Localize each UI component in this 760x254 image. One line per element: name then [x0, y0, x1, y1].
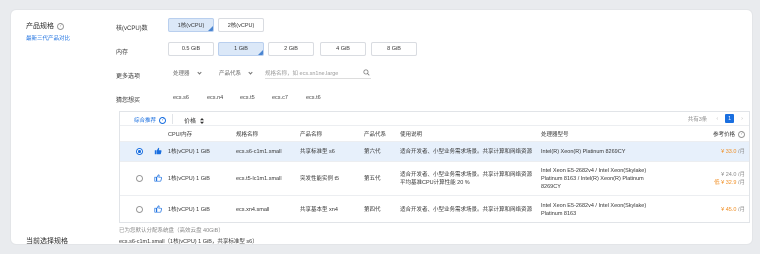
guess-tag-t5[interactable]: ecs.t5: [240, 95, 255, 101]
cell-price: ¥ 45.0 /月: [721, 207, 745, 213]
cell-usage-baseline: 平均基准CPU计算性能 20 %: [400, 180, 470, 186]
cell-spec: ecs.s6-c1m1.small: [236, 149, 282, 155]
compare-link[interactable]: 最新三代产品对比: [26, 34, 70, 42]
cell-product: 突发性能实例 t5: [300, 176, 340, 182]
spec-card: 产品规格? 最新三代产品对比 核(vCPU)数 1核(vCPU) 2核(vCPU…: [10, 9, 753, 245]
memory-option-1[interactable]: 1 GiB: [218, 42, 264, 56]
table-toolbar: 综合推荐? 价格 共有3条 ‹ 1 ›: [120, 112, 749, 126]
cell-cpu: 1核(vCPU) 1 GiB: [168, 149, 210, 155]
cell-usage: 适合开发者、小型业务需求场景。共享计算和网络资源: [400, 172, 533, 178]
cell-family: 第六代: [364, 149, 381, 155]
help-icon[interactable]: ?: [57, 22, 64, 30]
vcpu-label: 核(vCPU)数: [116, 26, 148, 32]
pager-count: 共有3条: [687, 116, 708, 123]
cell-spec: ecs.t5-lc1m1.small: [236, 176, 282, 182]
col-processor: 处理器型号: [541, 132, 569, 138]
thumbs-up-icon: [154, 205, 162, 213]
section-title: 产品规格?: [26, 21, 64, 31]
cell-price: ¥ 24.0 /月: [721, 172, 745, 178]
disk-note: 已为您默认分配系统盘（高效云盘 40GiB）: [119, 228, 224, 234]
vcpu-option-1[interactable]: 1核(vCPU): [168, 18, 214, 32]
chevron-down-icon: [248, 69, 253, 75]
cell-family: 第五代: [364, 176, 381, 182]
row-radio[interactable]: [136, 206, 143, 213]
cell-product: 共享标准型 s6: [300, 149, 335, 155]
vcpu-option-2[interactable]: 2核(vCPU): [218, 18, 264, 32]
guess-tag-t6[interactable]: ecs.t6: [306, 95, 321, 101]
guess-tag-c7[interactable]: ecs.c7: [272, 95, 288, 101]
help-icon[interactable]: ?: [738, 130, 745, 138]
table-row[interactable]: 1核(vCPU) 1 GiB ecs.s6-c1m1.small 共享标准型 s…: [120, 141, 749, 161]
cell-processor-line2: Platinum 8163: [541, 211, 577, 217]
memory-label: 内存: [116, 50, 129, 56]
sort-icon: [200, 118, 205, 125]
memory-option-4[interactable]: 4 GiB: [320, 42, 366, 56]
table-row[interactable]: 1核(vCPU) 1 GiB ecs.xn4.small 共享基本型 xn4 第…: [120, 195, 749, 223]
cell-cpu: 1核(vCPU) 1 GiB: [168, 176, 210, 182]
family-dropdown[interactable]: 产品代系: [219, 67, 253, 79]
prev-page-icon[interactable]: ‹: [716, 116, 718, 122]
cell-spec: ecs.xn4.small: [236, 207, 270, 213]
cell-price-alt: 低 ¥ 32.9 /月: [714, 180, 745, 186]
cell-processor-line3: 8269CY: [541, 184, 561, 190]
cell-product: 共享基本型 xn4: [300, 207, 338, 213]
page-button[interactable]: 1: [725, 114, 735, 123]
current-spec-value: ecs.s6-c1m1.small（1核(vCPU) 1 GiB，共享标准型 s…: [119, 239, 258, 245]
cell-processor: Intel Xeon E5-2682v4 / Intel Xeon(Skylak…: [541, 168, 647, 174]
current-spec-label: 当前选择规格: [26, 238, 68, 245]
col-cpu: CPU/内存: [168, 132, 193, 138]
guess-label: 猜您想买: [116, 98, 141, 104]
chevron-down-icon: [196, 69, 202, 75]
more-options-label: 更多选项: [116, 74, 141, 80]
guess-tag-s6[interactable]: ecs.s6: [173, 95, 189, 101]
cell-usage: 适合开发者、小型业务需求场景。共享计算和网络资源: [400, 149, 533, 155]
pagination: 共有3条 ‹ 1 ›: [688, 114, 743, 123]
col-family: 产品代系: [364, 132, 387, 138]
spec-search-input[interactable]: 规格名称，如 ecs.sn1ne.large: [265, 67, 371, 79]
sort-recommend[interactable]: 综合推荐?: [134, 116, 167, 125]
cell-processor: Intel(R) Xeon(R) Platinum 8269CY: [541, 149, 626, 155]
thumbs-up-icon: [154, 174, 162, 182]
cell-cpu: 1核(vCPU) 1 GiB: [168, 207, 210, 213]
search-icon[interactable]: [363, 69, 370, 76]
cell-family: 第四代: [364, 207, 381, 213]
memory-option-8[interactable]: 8 GiB: [371, 42, 417, 56]
table-row[interactable]: 1核(vCPU) 1 GiB ecs.t5-lc1m1.small 突发性能实例…: [120, 161, 749, 195]
guess-tag-n4[interactable]: ecs.n4: [207, 95, 223, 101]
row-radio[interactable]: [136, 148, 143, 155]
divider: [172, 114, 173, 124]
col-product: 产品名称: [300, 132, 323, 138]
memory-option-2[interactable]: 2 GiB: [268, 42, 314, 56]
cell-processor: Intel Xeon E5-2682v4 / Intel Xeon(Skylak…: [541, 203, 647, 209]
spec-table: 综合推荐? 价格 共有3条 ‹ 1 › CPU/内存 规格名称 产品名称 产品代…: [119, 111, 750, 223]
sort-price[interactable]: 价格: [184, 116, 205, 125]
cell-usage: 适合开发者、小型业务需求场景。共享计算和网络资源: [400, 207, 533, 213]
col-spec: 规格名称: [236, 132, 259, 138]
memory-option-0-5[interactable]: 0.5 GiB: [168, 42, 214, 56]
next-page-icon[interactable]: ›: [741, 116, 743, 122]
col-usage: 使用说明: [400, 132, 423, 138]
cell-processor-line2: Platinum 8163 / Intel(R) Xeon(R) Platinu…: [541, 176, 644, 182]
col-price: 参考价格?: [713, 128, 745, 140]
processor-dropdown[interactable]: 处理器: [173, 67, 202, 79]
cell-price: ¥ 33.0 /月: [721, 149, 745, 155]
thumbs-up-icon: [154, 147, 162, 155]
row-radio[interactable]: [136, 175, 143, 182]
help-icon: ?: [159, 117, 167, 125]
